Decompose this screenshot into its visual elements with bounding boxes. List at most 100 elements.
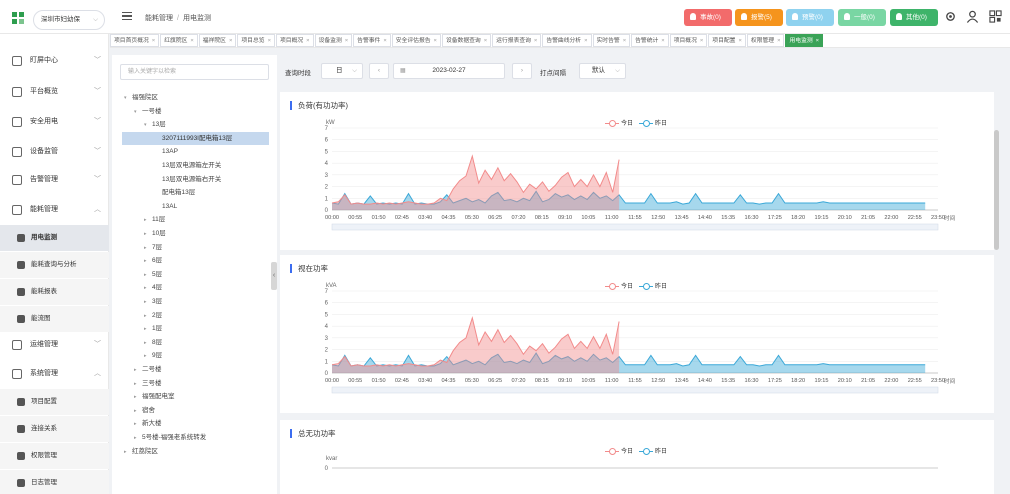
- close-icon[interactable]: ×: [738, 38, 741, 44]
- close-icon[interactable]: ×: [484, 38, 487, 44]
- caret-icon[interactable]: ▸: [144, 214, 152, 227]
- tab[interactable]: 项目概况 ×: [669, 34, 708, 47]
- tree-node[interactable]: ▸ 三号楼: [134, 377, 162, 390]
- caret-icon[interactable]: ▸: [144, 296, 152, 309]
- tab[interactable]: 权限管理 ×: [746, 34, 785, 47]
- sidebar-item[interactable]: 设备监管 ﹀: [0, 139, 109, 165]
- caret-icon[interactable]: ▸: [144, 242, 152, 255]
- caret-icon[interactable]: ▸: [144, 350, 152, 363]
- tab[interactable]: 福祥院区 ×: [198, 34, 237, 47]
- close-icon[interactable]: ×: [816, 38, 819, 44]
- tree-node[interactable]: ▸ 4层: [144, 281, 162, 294]
- sidebar-subitem[interactable]: 能流图: [0, 306, 109, 332]
- tree-node[interactable]: ▸ 7层: [144, 241, 162, 254]
- tree-node[interactable]: ▸ 3层: [144, 295, 162, 308]
- caret-icon[interactable]: ▸: [134, 364, 142, 377]
- alarm-button[interactable]: 一般(0): [838, 9, 886, 26]
- tab[interactable]: 项目概况 ×: [275, 34, 314, 47]
- caret-icon[interactable]: ▸: [144, 323, 152, 336]
- tree-node[interactable]: ▾ 13层: [144, 118, 166, 131]
- tab[interactable]: 告警曲线分析 ×: [542, 34, 592, 47]
- tab[interactable]: 项目首页概况 ×: [110, 34, 160, 47]
- tree-node[interactable]: 13AL: [154, 200, 177, 213]
- tree-node[interactable]: 3207111993I配电箱13层: [122, 131, 269, 145]
- qrcode-icon[interactable]: [989, 10, 1002, 23]
- tree-node[interactable]: ▸ 6层: [144, 254, 162, 267]
- prev-date-button[interactable]: ‹: [369, 63, 389, 79]
- sidebar-item[interactable]: 平台概览 ﹀: [0, 79, 109, 105]
- caret-icon[interactable]: ▸: [144, 228, 152, 241]
- tree-node[interactable]: 13层双电源箱右开关: [154, 173, 221, 186]
- breadcrumb-item[interactable]: 能耗管理: [145, 15, 173, 22]
- tree-node[interactable]: ▸ 福强配电室: [134, 390, 175, 403]
- tab[interactable]: 用电监测 ×: [785, 34, 824, 47]
- sidebar-subitem[interactable]: 权限管理: [0, 443, 109, 469]
- alarm-button[interactable]: 其他(0): [890, 9, 938, 26]
- site-select[interactable]: 深圳市妇幼保 ⌵: [33, 10, 105, 30]
- date-input[interactable]: ▦ 2023-02-27: [393, 63, 505, 79]
- close-icon[interactable]: ×: [383, 38, 386, 44]
- tree-node[interactable]: ▸ 宿舍: [134, 404, 155, 417]
- close-icon[interactable]: ×: [190, 38, 193, 44]
- caret-icon[interactable]: ▸: [144, 282, 152, 295]
- sidebar-item[interactable]: 运维管理 ﹀: [0, 332, 109, 358]
- tree-node[interactable]: ▾ 一号楼: [134, 105, 162, 118]
- close-icon[interactable]: ×: [152, 38, 155, 44]
- tree-node[interactable]: ▸ 8层: [144, 336, 162, 349]
- tab[interactable]: 安全评估报告 ×: [391, 34, 441, 47]
- caret-icon[interactable]: ▸: [124, 446, 132, 459]
- close-icon[interactable]: ×: [434, 38, 437, 44]
- caret-icon[interactable]: ▸: [144, 255, 152, 268]
- tree-node[interactable]: ▸ 5层: [144, 268, 162, 281]
- tree-node[interactable]: ▾ 福强院区: [124, 91, 158, 104]
- tab[interactable]: 告警事件 ×: [353, 34, 391, 47]
- zoom-slider[interactable]: [331, 223, 939, 231]
- tab[interactable]: 运行报表查询 ×: [492, 34, 542, 47]
- tree-node[interactable]: ▸ 9层: [144, 349, 162, 362]
- period-select[interactable]: 日 ⌵: [321, 63, 363, 79]
- tab[interactable]: 项目总览 ×: [237, 34, 275, 47]
- close-icon[interactable]: ×: [623, 38, 626, 44]
- tree-node[interactable]: ▸ 1层: [144, 322, 162, 335]
- caret-icon[interactable]: ▸: [134, 405, 142, 418]
- sidebar-item[interactable]: 系统管理 ︿: [0, 361, 109, 387]
- caret-icon[interactable]: ▾: [134, 106, 142, 119]
- close-icon[interactable]: ×: [268, 38, 271, 44]
- caret-icon[interactable]: ▾: [144, 119, 152, 132]
- sidebar-subitem[interactable]: 能耗报表: [0, 279, 109, 305]
- alarm-button[interactable]: 预警(0): [786, 9, 834, 26]
- caret-icon[interactable]: ▸: [144, 310, 152, 323]
- zoom-slider[interactable]: [331, 386, 939, 394]
- interval-select[interactable]: 默认 ⌵: [579, 63, 626, 79]
- gear-icon[interactable]: [944, 10, 957, 23]
- collapse-handle[interactable]: ‹: [271, 262, 277, 290]
- sidebar-item[interactable]: 能耗管理 ︿: [0, 197, 109, 223]
- close-icon[interactable]: ×: [229, 38, 232, 44]
- tree-node[interactable]: ▸ 11层: [144, 213, 165, 226]
- sidebar-item[interactable]: 告警管理 ﹀: [0, 167, 109, 193]
- tree-node[interactable]: ▸ 10层: [144, 227, 166, 240]
- tree-node[interactable]: 配电箱13层: [154, 186, 195, 199]
- tab[interactable]: 项目配置 ×: [708, 34, 746, 47]
- tab[interactable]: 设备监测 ×: [314, 34, 353, 47]
- sidebar-subitem[interactable]: 能耗查询与分析: [0, 252, 109, 278]
- caret-icon[interactable]: ▸: [134, 391, 142, 404]
- caret-icon[interactable]: ▸: [144, 337, 152, 350]
- tree-node[interactable]: ▸ 5号楼-福强老系统转发: [134, 431, 206, 444]
- caret-icon[interactable]: ▾: [124, 92, 132, 105]
- tree-node[interactable]: ▸ 二号楼: [134, 363, 162, 376]
- sidebar-item[interactable]: 盯屏中心 ﹀: [0, 48, 109, 74]
- tree-node[interactable]: 13层双电源箱左开关: [154, 159, 221, 172]
- caret-icon[interactable]: ▸: [144, 269, 152, 282]
- alarm-button[interactable]: 报警(5): [735, 9, 783, 26]
- tab[interactable]: 实时告警 ×: [592, 34, 631, 47]
- sidebar-item[interactable]: 安全用电 ﹀: [0, 109, 109, 135]
- alarm-button[interactable]: 事故(0): [684, 9, 732, 26]
- tree-node[interactable]: 13AP: [154, 145, 178, 158]
- close-icon[interactable]: ×: [534, 38, 537, 44]
- close-icon[interactable]: ×: [345, 38, 348, 44]
- sidebar-subitem[interactable]: 用电监测: [0, 225, 109, 251]
- user-icon[interactable]: [966, 10, 979, 23]
- tab[interactable]: 红旗院区 ×: [160, 34, 198, 47]
- next-date-button[interactable]: ›: [512, 63, 532, 79]
